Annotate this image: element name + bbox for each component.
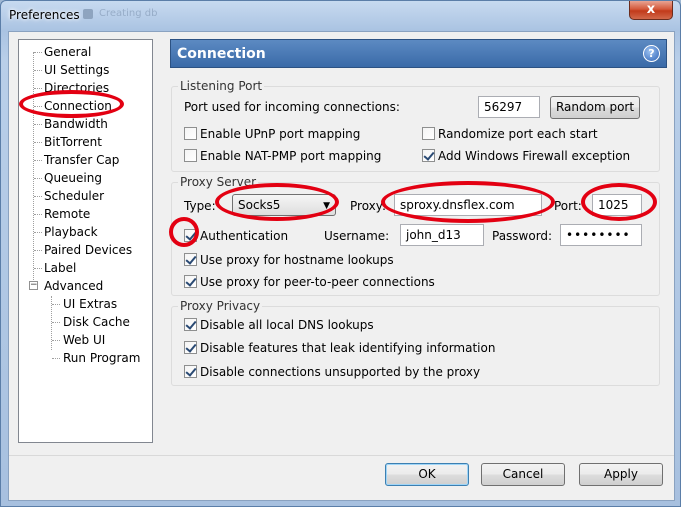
tree-connector — [34, 214, 42, 215]
disable-unsupported-label: Disable connections unsupported by the p… — [200, 365, 481, 379]
annotation-circle-connection — [19, 90, 124, 118]
tree-connector — [34, 52, 42, 53]
tree-item-label: General — [44, 45, 92, 59]
background-window-title: Creating db — [83, 8, 173, 22]
tree-item-label: BitTorrent — [44, 135, 102, 149]
tree-item-label: Disk Cache — [63, 315, 130, 329]
tree-item-playback[interactable]: Playback — [44, 223, 98, 241]
proxy-type-label: Type: — [184, 199, 216, 213]
tree-connector — [52, 322, 60, 323]
tree-item-advanced[interactable]: Advanced — [44, 277, 103, 295]
tree-connector — [52, 358, 60, 359]
upnp-checkbox[interactable] — [184, 127, 197, 140]
tree-item-label: Transfer Cap — [44, 153, 120, 167]
tree-item-label: Playback — [44, 225, 98, 239]
window-title: Preferences — [9, 8, 80, 22]
app-icon — [83, 8, 93, 19]
tree-item-disk-cache[interactable]: Disk Cache — [63, 313, 130, 331]
tree-connector — [34, 142, 42, 143]
incoming-port-field[interactable]: 56297 — [478, 96, 540, 118]
annotation-circle-proxy-type — [215, 183, 339, 221]
upnp-label: Enable UPnP port mapping — [200, 127, 361, 141]
tree-item-label: Run Program — [63, 351, 141, 365]
password-field[interactable]: •••••••• — [560, 224, 642, 246]
disable-leak-checkbox[interactable] — [184, 341, 197, 354]
section-header: Connection ? — [170, 39, 667, 68]
tree-item-label: Web UI — [63, 333, 106, 347]
tree-item-remote[interactable]: Remote — [44, 205, 90, 223]
tree-connector — [34, 124, 42, 125]
tree-item-ui-extras[interactable]: UI Extras — [63, 295, 117, 313]
firewall-exception-checkbox[interactable] — [422, 149, 435, 162]
group-title: Listening Port — [178, 79, 265, 93]
tree-item-web-ui[interactable]: Web UI — [63, 331, 105, 349]
tree-item-label-text: Label — [44, 261, 77, 275]
tree-item-queueing[interactable]: Queueing — [44, 169, 102, 187]
tree-connector — [34, 232, 42, 233]
preferences-window: Preferences Creating db x General UI Set… — [0, 0, 681, 507]
tree-connector — [34, 160, 42, 161]
tree-item-label: Queueing — [44, 171, 102, 185]
tree-connector — [34, 196, 42, 197]
section-title: Connection — [177, 46, 266, 62]
hostname-lookups-checkbox[interactable] — [184, 253, 197, 266]
tree-item-ui-settings[interactable]: UI Settings — [44, 61, 109, 79]
divider — [9, 455, 674, 456]
tree-connector — [34, 250, 42, 251]
tree-item-bittorrent[interactable]: BitTorrent — [44, 133, 102, 151]
close-icon: x — [646, 2, 656, 17]
group-title: Proxy Privacy — [178, 299, 263, 313]
randomize-port-checkbox[interactable] — [422, 127, 435, 140]
disable-leak-label: Disable features that leak identifying i… — [200, 341, 496, 355]
tree-connector — [34, 178, 42, 179]
tree-item-label: UI Settings — [44, 63, 110, 77]
tree-item-general[interactable]: General — [44, 43, 91, 61]
p2p-proxy-label: Use proxy for peer-to-peer connections — [200, 275, 435, 289]
tree-item-transfer-cap[interactable]: Transfer Cap — [44, 151, 119, 169]
disable-unsupported-checkbox[interactable] — [184, 365, 197, 378]
tree-item-label: Advanced — [44, 279, 104, 293]
tree-connector — [34, 88, 42, 89]
annotation-circle-proxy-port — [581, 183, 657, 221]
proxy-port-label: Port: — [554, 199, 582, 213]
tree-item-label: Scheduler — [44, 189, 105, 203]
hostname-lookups-label: Use proxy for hostname lookups — [200, 253, 394, 267]
tree-connector — [34, 268, 42, 269]
collapse-advanced-icon[interactable]: − — [29, 281, 38, 290]
annotation-circle-proxy-host — [381, 181, 555, 223]
apply-button[interactable]: Apply — [579, 463, 663, 486]
incoming-port-label: Port used for incoming connections: — [184, 100, 400, 114]
disable-dns-label: Disable all local DNS lookups — [200, 318, 374, 332]
authentication-label: Authentication — [200, 229, 289, 243]
tree-connector — [52, 340, 60, 341]
tree-connector — [52, 304, 60, 305]
tree-connector — [34, 70, 42, 71]
tree-item-paired-devices[interactable]: Paired Devices — [44, 241, 132, 259]
random-port-button[interactable]: Random port — [550, 96, 640, 119]
tree-item-run-program[interactable]: Run Program — [63, 349, 140, 367]
ok-button[interactable]: OK — [385, 463, 469, 486]
proxy-privacy-group: Proxy Privacy Disable all local DNS look… — [171, 299, 660, 386]
natpmp-checkbox[interactable] — [184, 149, 197, 162]
listening-port-group: Listening Port Port used for incoming co… — [171, 79, 660, 172]
username-field[interactable]: john_d13 — [400, 224, 484, 246]
tree-item-label: Remote — [44, 207, 91, 221]
tree-item-label: Paired Devices — [44, 243, 133, 257]
close-button[interactable]: x — [629, 1, 673, 20]
p2p-proxy-checkbox[interactable] — [184, 275, 197, 288]
natpmp-label: Enable NAT-PMP port mapping — [200, 149, 382, 163]
annotation-circle-authentication — [169, 217, 199, 247]
tree-item-label[interactable]: Label — [44, 259, 76, 277]
disable-dns-checkbox[interactable] — [184, 318, 197, 331]
help-icon[interactable]: ? — [643, 45, 660, 62]
title-bar[interactable]: Preferences Creating db x — [1, 1, 680, 31]
username-label: Username: — [324, 229, 390, 243]
randomize-port-label: Randomize port each start — [438, 127, 598, 141]
password-label: Password: — [492, 229, 553, 243]
tree-item-label: UI Extras — [63, 297, 118, 311]
firewall-exception-label: Add Windows Firewall exception — [438, 149, 631, 163]
cancel-button[interactable]: Cancel — [481, 463, 565, 486]
tree-item-scheduler[interactable]: Scheduler — [44, 187, 104, 205]
